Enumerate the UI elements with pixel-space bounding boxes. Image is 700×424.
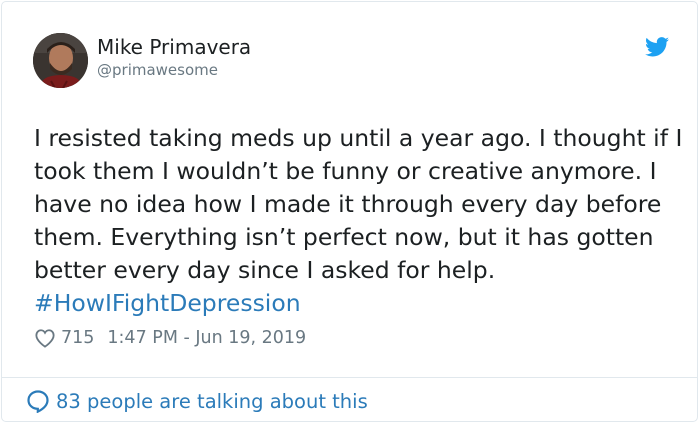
twitter-bird-icon[interactable] — [645, 37, 669, 57]
tweet-body: I resisted taking meds up until a year a… — [34, 124, 683, 284]
screen-name[interactable]: @primawesome — [97, 60, 218, 80]
divider — [2, 377, 697, 378]
like-count[interactable]: 715 — [61, 328, 94, 348]
tweet-card: Mike Primavera @primawesome I resisted t… — [1, 1, 698, 422]
hashtag-link[interactable]: #HowIFightDepression — [34, 289, 301, 317]
heart-icon[interactable] — [34, 328, 56, 348]
tweet-text: I resisted taking meds up until a year a… — [34, 122, 684, 320]
speech-bubble-icon — [27, 390, 49, 413]
conversation-link[interactable]: 83 people are talking about this — [26, 387, 368, 415]
conversation-label: 83 people are talking about this — [56, 389, 368, 413]
avatar-image — [33, 33, 88, 88]
avatar[interactable] — [33, 33, 88, 88]
display-name[interactable]: Mike Primavera — [97, 34, 251, 60]
timestamp[interactable]: 1:47 PM - Jun 19, 2019 — [107, 328, 306, 348]
tweet-meta: 715 1:47 PM - Jun 19, 2019 — [34, 326, 306, 350]
